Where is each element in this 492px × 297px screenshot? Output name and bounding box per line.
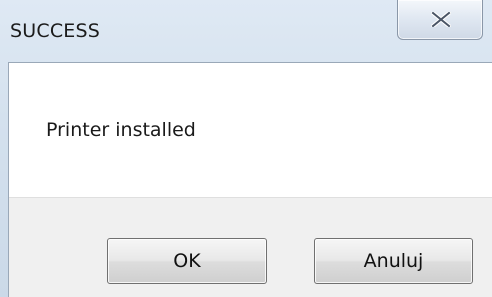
dialog-window: SUCCESS Printer installed OK Anuluj xyxy=(0,0,492,297)
window-title: SUCCESS xyxy=(10,20,101,42)
title-bar[interactable]: SUCCESS xyxy=(0,0,492,62)
cancel-button[interactable]: Anuluj xyxy=(314,238,473,284)
message-text: Printer installed xyxy=(46,119,196,141)
close-button[interactable] xyxy=(397,0,483,40)
dialog-body: Printer installed OK Anuluj xyxy=(8,62,492,297)
button-bar: OK Anuluj xyxy=(9,197,492,297)
close-icon xyxy=(431,12,451,27)
ok-button[interactable]: OK xyxy=(107,238,267,284)
